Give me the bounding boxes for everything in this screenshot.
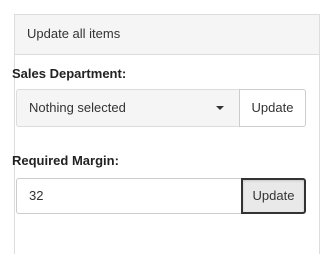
required-margin-label: Required Margin: bbox=[12, 153, 119, 168]
update-all-items-panel: Update all items bbox=[14, 14, 320, 254]
caret-down-icon bbox=[216, 106, 224, 110]
required-margin-input[interactable]: 32 bbox=[16, 178, 241, 214]
sales-department-select[interactable]: Nothing selected bbox=[16, 89, 239, 127]
sales-department-update-button[interactable]: Update bbox=[239, 89, 306, 127]
sales-department-selected-text: Nothing selected bbox=[29, 100, 126, 115]
sales-department-label: Sales Department: bbox=[12, 66, 127, 81]
required-margin-update-button[interactable]: Update bbox=[241, 178, 306, 214]
panel-heading: Update all items bbox=[15, 15, 319, 55]
